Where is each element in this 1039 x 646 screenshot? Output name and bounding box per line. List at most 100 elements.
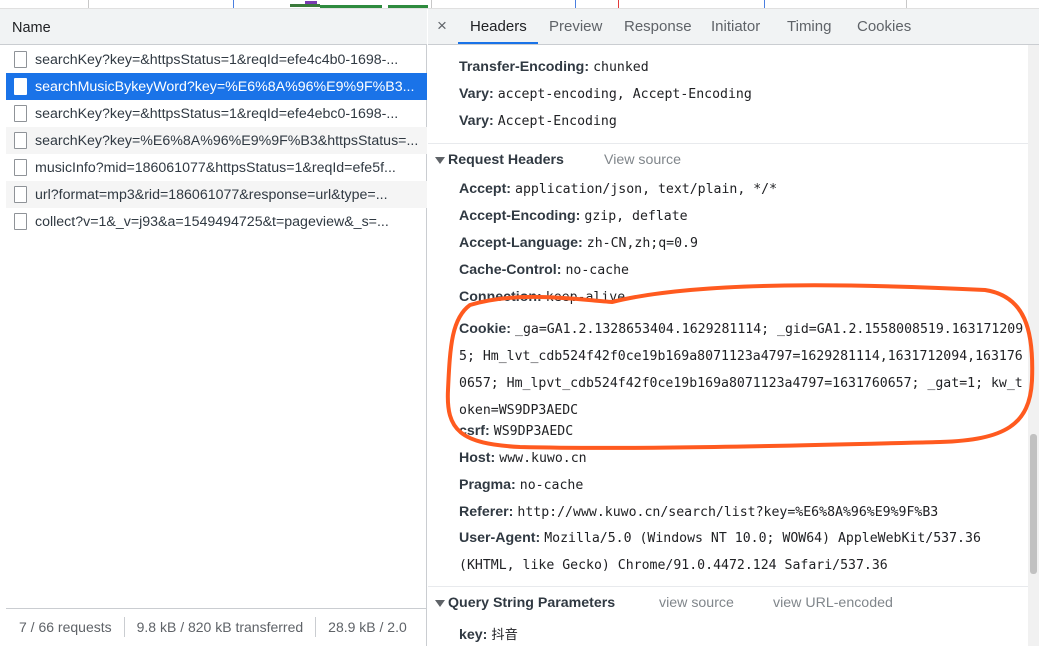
- section-title: Request Headers: [448, 152, 564, 168]
- header-name: Host:: [459, 450, 496, 466]
- query-param-row: key: 抖音: [459, 624, 518, 643]
- timeline-marker: [575, 0, 576, 8]
- tab-headers[interactable]: Headers: [470, 18, 527, 35]
- header-row-connection: Connection: keep-alive: [459, 289, 625, 305]
- timeline-bar: [388, 5, 428, 8]
- header-value: WS9DP3AEDC: [493, 424, 574, 439]
- header-name: Vary:: [459, 86, 494, 102]
- view-source-link[interactable]: view source: [659, 595, 734, 611]
- details-tabbar: × Headers Preview Response Initiator Tim…: [428, 9, 1039, 45]
- header-row-cookie: Cookie: _ga=GA1.2.1328653404.1629281114; …: [459, 316, 1024, 424]
- request-name: musicInfo?mid=186061077&httpsStatus=1&re…: [35, 159, 396, 176]
- timeline-bar: [290, 4, 320, 7]
- header-name: Cookie:: [459, 321, 512, 337]
- timeline-bar: [305, 1, 317, 4]
- request-name: searchKey?key=&httpsStatus=1&reqId=efe4e…: [35, 105, 399, 122]
- header-row-accept: Accept: application/json, text/plain, */*: [459, 181, 777, 197]
- header-name: Accept-Language:: [459, 235, 583, 251]
- param-name: key:: [459, 627, 488, 643]
- scrollbar-thumb[interactable]: [1030, 434, 1037, 574]
- close-icon[interactable]: ×: [437, 16, 447, 36]
- document-icon: [14, 159, 27, 176]
- request-list: searchKey?key=&httpsStatus=1&reqId=efe4c…: [6, 46, 427, 235]
- request-row[interactable]: searchKey?key=&httpsStatus=1&reqId=efe4c…: [6, 46, 427, 73]
- header-value: chunked: [593, 60, 649, 75]
- header-name: Connection:: [459, 289, 542, 305]
- request-row[interactable]: collect?v=1&_v=j93&a=1549494725&t=pagevi…: [6, 208, 427, 235]
- header-value: zh-CN,zh;q=0.9: [586, 236, 698, 251]
- param-value: 抖音: [491, 628, 518, 643]
- header-name: Vary:: [459, 113, 494, 129]
- status-transferred: 9.8 kB / 820 kB transferred: [125, 616, 317, 637]
- header-row-accept-language: Accept-Language: zh-CN,zh;q=0.9: [459, 235, 698, 251]
- header-row-host: Host: www.kuwo.cn: [459, 450, 587, 466]
- header-row-cache-control: Cache-Control: no-cache: [459, 262, 629, 278]
- document-icon: [14, 213, 27, 230]
- header-row-vary: Vary: Accept-Encoding: [459, 113, 617, 129]
- status-requests: 7 / 66 requests: [6, 616, 125, 637]
- tab-response[interactable]: Response: [624, 18, 692, 35]
- tab-timing[interactable]: Timing: [787, 18, 831, 35]
- header-row-transfer-encoding: Transfer-Encoding: chunked: [459, 59, 649, 75]
- header-name: Accept-Encoding:: [459, 208, 581, 224]
- request-headers-section[interactable]: Request Headers View source: [428, 143, 1028, 173]
- name-column-header[interactable]: Name: [0, 9, 427, 45]
- active-tab-indicator: [458, 42, 538, 44]
- header-row-accept-encoding: Accept-Encoding: gzip, deflate: [459, 208, 688, 224]
- header-row-vary: Vary: accept-encoding, Accept-Encoding: [459, 86, 752, 102]
- timeline-marker: [764, 0, 765, 8]
- header-value: no-cache: [565, 263, 629, 278]
- triangle-down-icon[interactable]: [435, 157, 445, 164]
- tab-cookies[interactable]: Cookies: [857, 18, 911, 35]
- timeline-gridline: [88, 0, 89, 8]
- header-name: Transfer-Encoding:: [459, 59, 590, 75]
- header-row-user-agent: User-Agent: Mozilla/5.0 (Windows NT 10.0;…: [459, 525, 1024, 579]
- cookie-value: _ga=GA1.2.1328653404.1629281114; _gid=GA…: [459, 322, 1024, 418]
- view-url-encoded-link[interactable]: view URL-encoded: [773, 595, 893, 611]
- document-icon: [14, 186, 27, 203]
- header-value: keep-alive: [545, 290, 626, 305]
- header-row-pragma: Pragma: no-cache: [459, 477, 583, 493]
- document-icon: [14, 51, 27, 68]
- request-row[interactable]: searchKey?key=%E6%8A%96%E9%9F%B3&httpsSt…: [6, 127, 427, 154]
- request-name: collect?v=1&_v=j93&a=1549494725&t=pagevi…: [35, 213, 389, 230]
- header-row-referer: Referer: http://www.kuwo.cn/search/list?k…: [459, 504, 938, 520]
- tab-initiator[interactable]: Initiator: [711, 18, 760, 35]
- request-name: url?format=mp3&rid=186061077&response=ur…: [35, 186, 388, 203]
- header-name: Accept:: [459, 181, 512, 197]
- request-row[interactable]: searchMusicBykeyWord?key=%E6%8A%96%E9%9F…: [6, 73, 427, 100]
- triangle-down-icon[interactable]: [435, 600, 445, 607]
- request-row[interactable]: searchKey?key=&httpsStatus=1&reqId=efe4e…: [6, 100, 427, 127]
- request-name: searchKey?key=&httpsStatus=1&reqId=efe4c…: [35, 51, 399, 68]
- header-row-csrf: csrf: WS9DP3AEDC: [459, 423, 573, 439]
- timeline-gridline: [906, 0, 907, 8]
- timeline-bar: [320, 5, 382, 8]
- request-row[interactable]: musicInfo?mid=186061077&httpsStatus=1&re…: [6, 154, 427, 181]
- header-value: accept-encoding, Accept-Encoding: [497, 87, 752, 102]
- request-name: searchMusicBykeyWord?key=%E6%8A%96%E9%9F…: [35, 78, 415, 95]
- headers-content: Transfer-Encoding: chunked Vary: accept-en…: [428, 45, 1028, 646]
- header-name: Cache-Control:: [459, 262, 562, 278]
- request-details-pane: × Headers Preview Response Initiator Tim…: [428, 9, 1039, 646]
- header-name: Pragma:: [459, 477, 516, 493]
- query-params-section[interactable]: Query String Parameters view source view…: [428, 586, 1028, 616]
- timeline-marker: [618, 0, 619, 8]
- header-name: User-Agent:: [459, 530, 541, 546]
- details-scrollbar[interactable]: [1028, 45, 1039, 646]
- header-value: no-cache: [519, 478, 584, 493]
- document-icon: [14, 132, 27, 149]
- header-value: Accept-Encoding: [497, 114, 617, 129]
- timeline-marker: [233, 0, 234, 8]
- request-row[interactable]: url?format=mp3&rid=186061077&response=ur…: [6, 181, 427, 208]
- view-source-link[interactable]: View source: [604, 152, 681, 168]
- request-name: searchKey?key=%E6%8A%96%E9%9F%B3&httpsSt…: [35, 132, 419, 149]
- network-timeline-overview[interactable]: [0, 0, 1039, 9]
- header-value: gzip, deflate: [584, 209, 688, 224]
- section-title: Query String Parameters: [448, 595, 616, 611]
- header-value: www.kuwo.cn: [499, 451, 587, 466]
- header-value: http://www.kuwo.cn/search/list?key=%E6%8…: [517, 505, 939, 520]
- tab-preview[interactable]: Preview: [549, 18, 602, 35]
- document-icon: [14, 78, 27, 95]
- status-resources: 28.9 kB / 2.0: [328, 618, 407, 635]
- request-list-pane: Name searchKey?key=&httpsStatus=1&reqId=…: [0, 9, 427, 646]
